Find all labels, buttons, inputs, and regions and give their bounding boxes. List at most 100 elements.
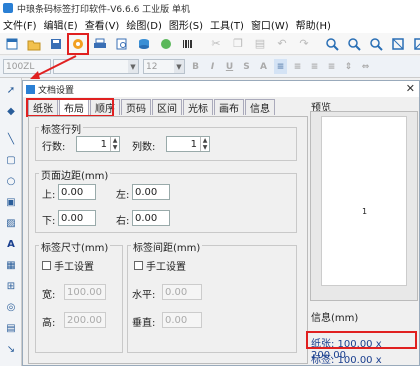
align-center-icon[interactable]: ≡	[291, 59, 304, 74]
barcode-tool-icon[interactable]: ▦	[3, 257, 19, 273]
menu-file[interactable]: 文件(F)	[3, 17, 37, 32]
margin-bottom-input[interactable]: 0.00	[58, 210, 96, 226]
checkbox-box[interactable]	[42, 261, 51, 270]
format-toolbar: 100ZL ▼ 12 ▼ B I U S A ≡ ≡ ≡ ≡ ⇕ ⇔	[0, 56, 420, 78]
print-icon[interactable]	[92, 36, 108, 52]
full-page-icon[interactable]	[412, 36, 420, 52]
label-height-input[interactable]: 200.00	[64, 312, 106, 328]
open-folder-icon[interactable]	[26, 36, 42, 52]
font-size-select[interactable]: 12 ▼	[143, 59, 185, 74]
curve-tool-icon[interactable]: ↘	[3, 341, 19, 357]
text-effect-icon[interactable]: A	[257, 59, 270, 74]
gap-horizontal-input[interactable]: 0.00	[162, 284, 202, 300]
menu-help[interactable]: 帮助(H)	[296, 17, 331, 32]
save-icon[interactable]	[48, 36, 64, 52]
info-title: 信息(mm)	[311, 313, 359, 324]
cols-label: 列数:	[132, 142, 156, 153]
margin-right-input[interactable]: 0.00	[132, 210, 170, 226]
database-icon[interactable]	[136, 36, 152, 52]
label-size-manual-checkbox[interactable]: 手工设置	[42, 258, 94, 273]
print-preview-icon[interactable]	[114, 36, 130, 52]
redo-icon[interactable]: ↷	[296, 36, 312, 52]
rectangle-tool-icon[interactable]: ▢	[3, 152, 19, 168]
circle-shape-icon[interactable]: ◎	[3, 299, 19, 315]
align-right-icon[interactable]: ≡	[308, 59, 321, 74]
tab-range[interactable]: 区间	[152, 99, 182, 115]
menu-tools[interactable]: 工具(T)	[210, 17, 244, 32]
app-title-bar: 中琅条码标签打印软件-V6.6.6 工业版 单机	[0, 0, 420, 16]
line-spacing-icon[interactable]: ⇕	[342, 59, 355, 74]
rows-spinner[interactable]: 1 ▲ ▼	[76, 136, 120, 152]
underline-button[interactable]: U	[223, 59, 236, 74]
table-tool-icon[interactable]: ▤	[3, 320, 19, 336]
info-highlight-box	[306, 331, 417, 349]
qrcode-tool-icon[interactable]: ⊞	[3, 278, 19, 294]
char-spacing-icon[interactable]: ⇔	[359, 59, 372, 74]
tab-canvas[interactable]: 画布	[214, 99, 244, 115]
barcode-icon[interactable]	[180, 36, 196, 52]
tab-layout[interactable]: 布局	[59, 99, 89, 115]
info-label-size: 标签: 100.00 x 200.00	[311, 355, 382, 366]
menu-draw[interactable]: 绘图(D)	[126, 17, 162, 32]
tab-cursor[interactable]: 光标	[183, 99, 213, 115]
app-logo-icon	[3, 3, 13, 13]
preview-page-number: 1	[362, 207, 368, 216]
font-name-value: 100ZL	[6, 61, 35, 72]
menu-edit[interactable]: 编辑(E)	[44, 17, 78, 32]
menu-view[interactable]: 查看(V)	[85, 17, 120, 32]
copy-icon[interactable]: ❐	[230, 36, 246, 52]
label-width-input[interactable]: 100.00	[64, 284, 106, 300]
page-margins-title: 页面边距(mm)	[39, 167, 111, 182]
actual-size-icon[interactable]	[390, 36, 406, 52]
cols-spinner[interactable]: 1 ▲ ▼	[166, 136, 210, 152]
paste-icon[interactable]: ▤	[252, 36, 268, 52]
strike-button[interactable]: S	[240, 59, 253, 74]
label-gap-manual-checkbox[interactable]: 手工设置	[134, 258, 186, 273]
gap-horizontal-label: 水平:	[132, 290, 156, 301]
bold-button[interactable]: B	[189, 59, 202, 74]
zoom-in-icon[interactable]	[324, 36, 340, 52]
spinner-arrows-icon[interactable]: ▲ ▼	[110, 137, 119, 151]
tab-info[interactable]: 信息	[245, 99, 275, 115]
menu-window[interactable]: 窗口(W)	[251, 17, 289, 32]
line-tool-icon[interactable]: ╲	[3, 131, 19, 147]
tab-order[interactable]: 顺序	[90, 99, 120, 115]
font-name-select[interactable]: 100ZL	[3, 59, 51, 74]
spinner-arrows-icon[interactable]: ▲ ▼	[200, 137, 209, 151]
ellipse-tool-icon[interactable]: ○	[3, 173, 19, 189]
font-style-select[interactable]: ▼	[53, 59, 139, 74]
cut-icon[interactable]: ✂	[208, 36, 224, 52]
rounded-rect-tool-icon[interactable]: ▣	[3, 194, 19, 210]
font-size-value: 12	[146, 61, 158, 72]
label-gap-title: 标签间距(mm)	[131, 239, 203, 254]
zoom-out-icon[interactable]	[346, 36, 362, 52]
zoom-fit-icon[interactable]	[368, 36, 384, 52]
chevron-down-icon: ▼	[128, 60, 138, 73]
drawing-tool-strip: ➚ ◆ ╲ ▢ ○ ▣ ▨ A ▦ ⊞ ◎ ▤ ↘	[0, 78, 22, 366]
dialog-tabs: 纸张 布局 顺序 页码 区间 光标 画布 信息	[28, 99, 276, 116]
undo-icon[interactable]: ↶	[274, 36, 290, 52]
document-settings-icon[interactable]	[67, 32, 89, 55]
tab-page-number[interactable]: 页码	[121, 99, 151, 115]
gap-vertical-input[interactable]: 0.00	[162, 312, 202, 328]
menu-shape[interactable]: 图形(S)	[169, 17, 203, 32]
image-tool-icon[interactable]: ▨	[3, 215, 19, 231]
align-left-icon[interactable]: ≡	[274, 59, 287, 74]
tab-paper[interactable]: 纸张	[28, 99, 58, 115]
italic-button[interactable]: I	[206, 59, 219, 74]
margin-top-input[interactable]: 0.00	[58, 184, 96, 200]
label-rows-group: 标签行列 行数: 1 ▲ ▼ 列数: 1 ▲ ▼	[35, 121, 297, 161]
dialog-title-bar: 文档设置 ✕	[23, 81, 419, 97]
new-file-icon[interactable]	[4, 36, 20, 52]
app-title: 中琅条码标签打印软件-V6.6.6 工业版 单机	[17, 4, 191, 15]
text-tool-icon[interactable]: A	[3, 236, 19, 252]
close-icon[interactable]: ✕	[406, 82, 415, 95]
align-justify-icon[interactable]: ≡	[325, 59, 338, 74]
batch-icon[interactable]	[158, 36, 174, 52]
dialog-app-icon	[26, 84, 35, 94]
shape-tool-icon[interactable]: ◆	[3, 103, 19, 119]
margin-left-input[interactable]: 0.00	[132, 184, 170, 200]
checkbox-box[interactable]	[134, 261, 143, 270]
page-margins-group: 页面边距(mm) 上: 0.00 左: 0.00 下: 0.00 右: 0.00	[35, 167, 297, 233]
select-pointer-icon[interactable]: ➚	[3, 82, 19, 98]
